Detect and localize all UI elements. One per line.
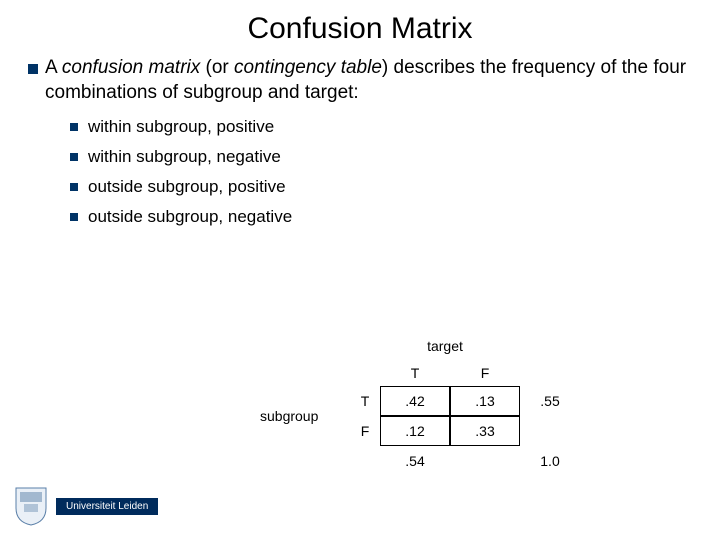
bullet-text: within subgroup, negative — [88, 147, 281, 167]
col-header-F: F — [450, 365, 520, 381]
cell-TF: .13 — [450, 386, 520, 416]
bullet-square-icon — [70, 183, 78, 191]
target-axis-label: target — [370, 338, 520, 354]
confusion-table: target T F subgroup T F .42 .13 .12 .33 … — [260, 338, 580, 476]
term-contingency-table: contingency table — [234, 57, 382, 78]
t: (or — [200, 57, 234, 78]
marginal-col1: .54 — [380, 453, 450, 469]
cell-FT: .12 — [380, 416, 450, 446]
bullet-text: outside subgroup, positive — [88, 177, 286, 197]
bullet-text: within subgroup, positive — [88, 117, 274, 137]
list-item: outside subgroup, positive — [70, 177, 698, 197]
slide-body: A confusion matrix (or contingency table… — [0, 56, 720, 227]
bullet-text: outside subgroup, negative — [88, 207, 292, 227]
list-item: within subgroup, negative — [70, 147, 698, 167]
main-bullet: A confusion matrix (or contingency table… — [28, 56, 698, 105]
term-confusion-matrix: confusion matrix — [62, 57, 200, 78]
cell-FF: .33 — [450, 416, 520, 446]
list-item: within subgroup, positive — [70, 117, 698, 137]
row-header-F: F — [350, 423, 380, 439]
university-name: Universiteit Leiden — [56, 498, 158, 515]
bullet-square-icon — [70, 153, 78, 161]
cell-TT: .42 — [380, 386, 450, 416]
marginal-row1: .55 — [520, 393, 580, 409]
row-header-T: T — [350, 393, 380, 409]
grand-total: 1.0 — [520, 453, 580, 469]
sub-bullet-list: within subgroup, positive within subgrou… — [28, 105, 698, 227]
bullet-square-icon — [28, 64, 38, 74]
subgroup-axis-label: subgroup — [260, 408, 350, 424]
bullet-square-icon — [70, 213, 78, 221]
bullet-square-icon — [70, 123, 78, 131]
t: A — [45, 57, 62, 78]
footer-logo: Universiteit Leiden — [14, 486, 158, 526]
slide-title: Confusion Matrix — [0, 0, 720, 56]
col-header-T: T — [380, 365, 450, 381]
list-item: outside subgroup, negative — [70, 207, 698, 227]
intro-text: A confusion matrix (or contingency table… — [45, 56, 698, 105]
university-crest-icon — [14, 486, 48, 526]
